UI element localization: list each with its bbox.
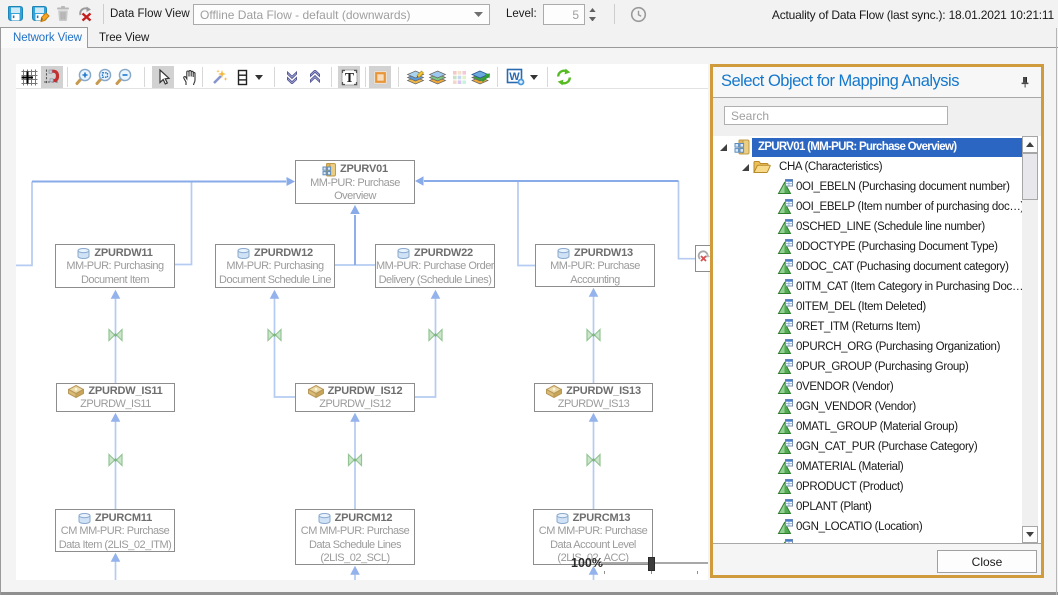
svg-text:T: T xyxy=(344,70,353,85)
